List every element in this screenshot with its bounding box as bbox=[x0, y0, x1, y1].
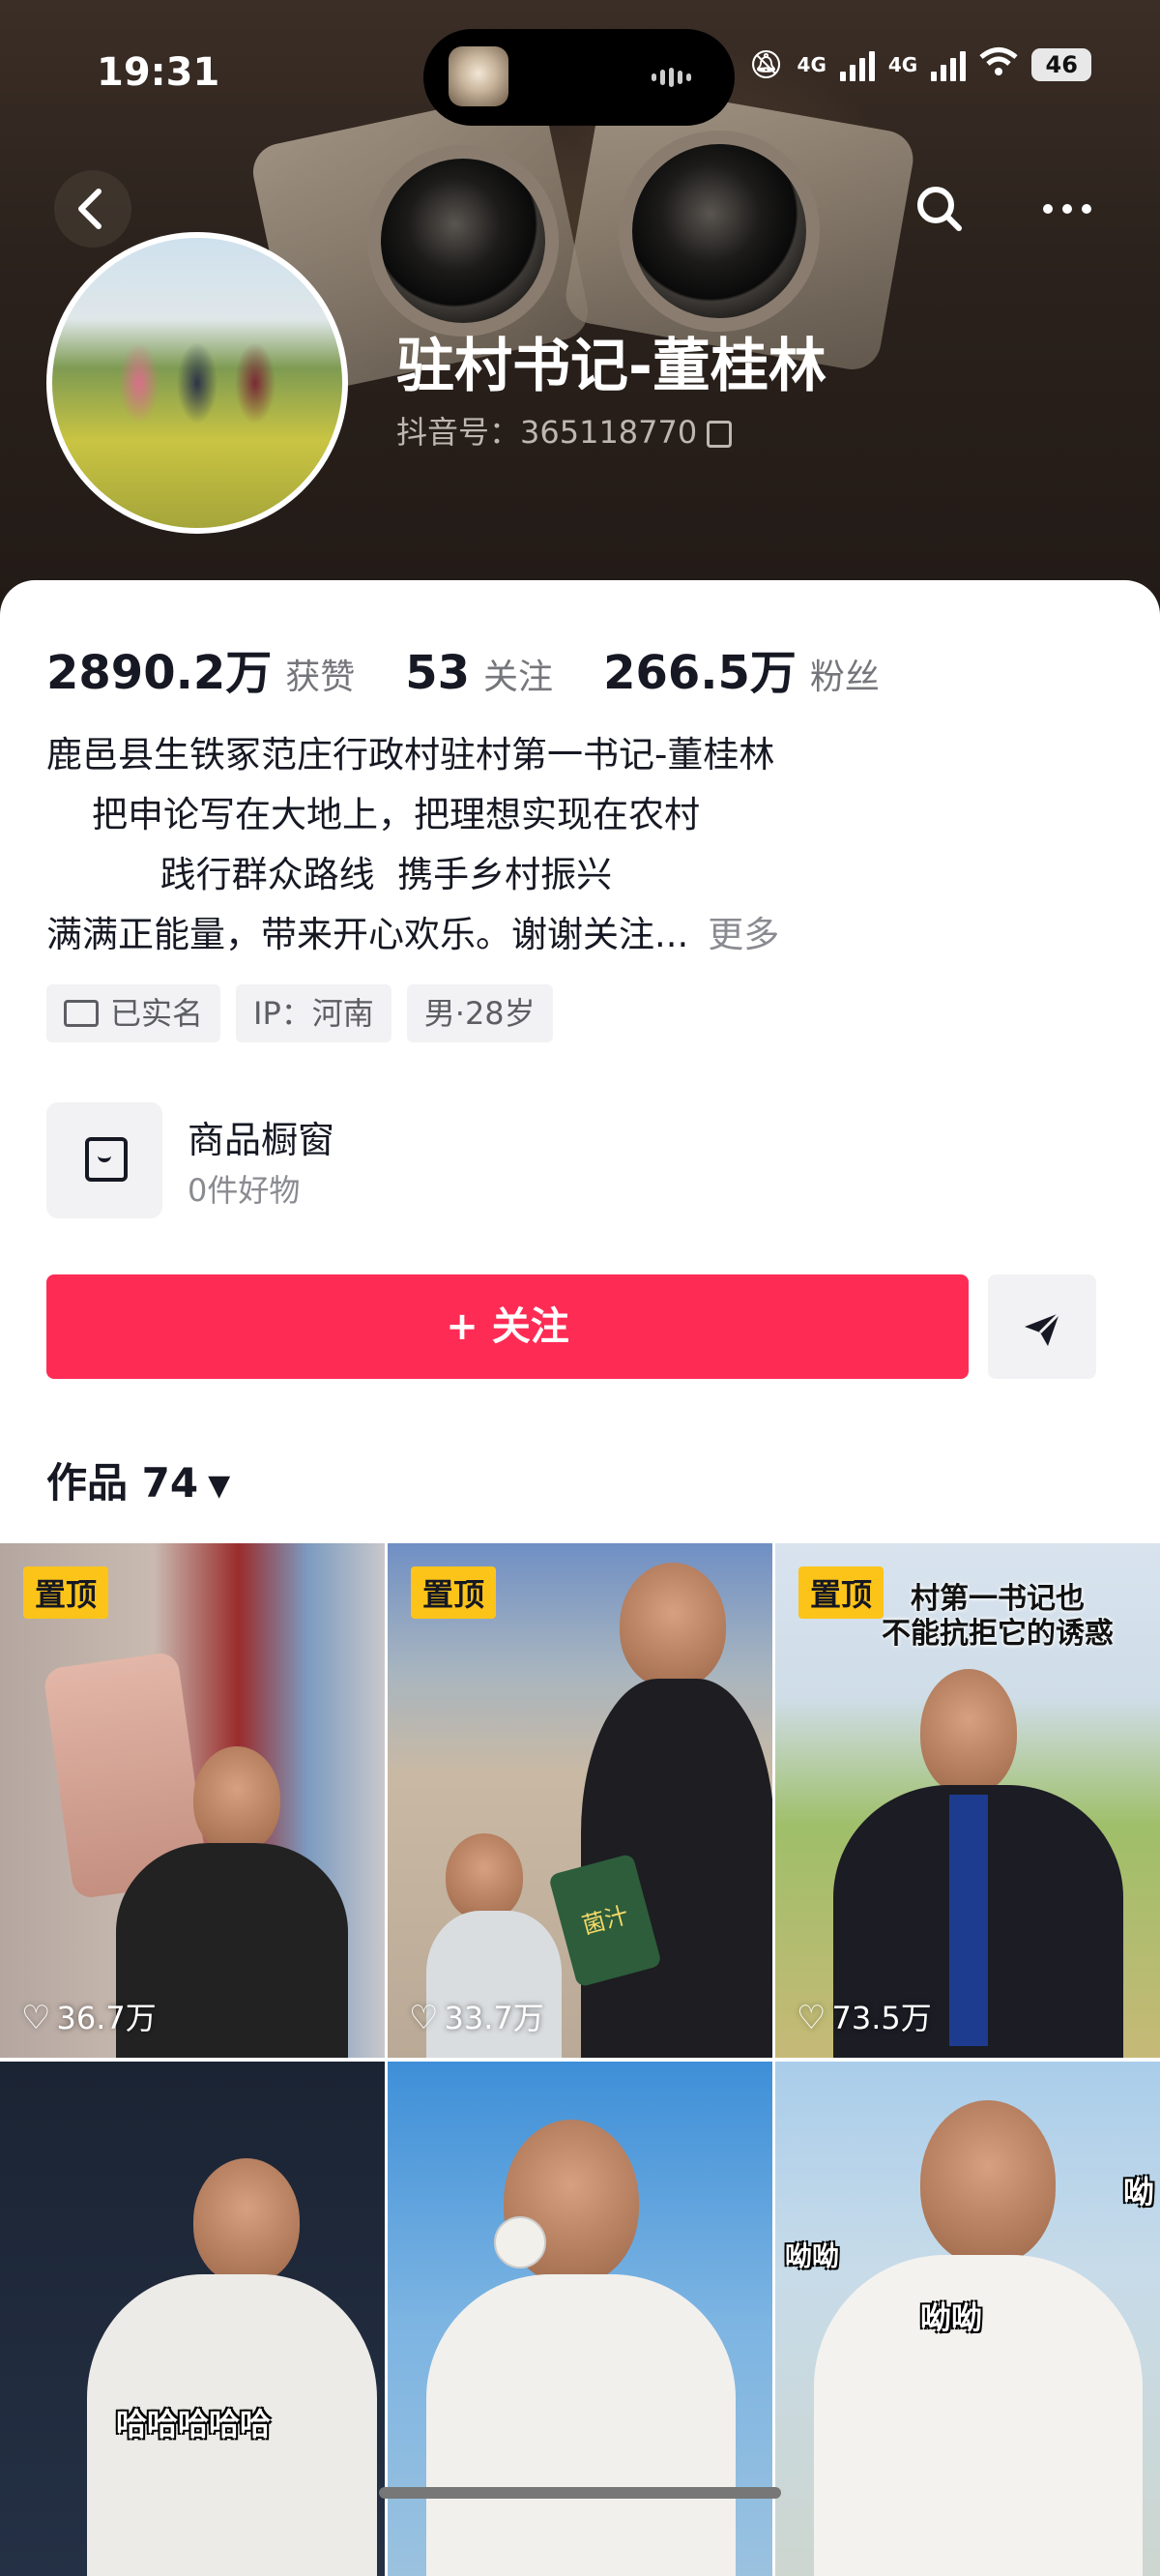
gender-age-tag: 男·28岁 bbox=[406, 984, 553, 1042]
pinned-badge: 置顶 bbox=[23, 1566, 109, 1619]
shopping-bag-icon bbox=[85, 1137, 128, 1182]
video-thumbnail[interactable] bbox=[388, 2062, 772, 2576]
pinned-badge: 置顶 bbox=[798, 1566, 884, 1619]
bio-line-last: 满满正能量，带来开心欢乐。谢谢关注... 更多 bbox=[46, 905, 779, 965]
followers-count[interactable]: 266.5万 bbox=[603, 634, 797, 702]
back-button[interactable] bbox=[54, 170, 131, 248]
heart-icon: ♡ bbox=[21, 1999, 51, 2037]
shop-window[interactable]: 商品橱窗 0件好物 bbox=[46, 1102, 1114, 1218]
status-icons: 🔕︎ 4G 4G 46 bbox=[749, 46, 1092, 82]
video-thumbnail[interactable]: 村第一书记也 不能抗拒它的诱惑 置顶 ♡ 73.5万 bbox=[775, 1543, 1160, 2058]
video-thumbnail[interactable]: 置顶 ♡ 36.7万 bbox=[0, 1543, 385, 2058]
shop-title: 商品橱窗 bbox=[188, 1119, 335, 1161]
signal-icon-2 bbox=[931, 48, 967, 81]
verified-tag: 已实名 bbox=[46, 984, 221, 1042]
audio-wave-icon bbox=[652, 68, 698, 87]
douyin-id-text: 抖音号：365118770 bbox=[396, 414, 698, 451]
works-tab-label: 作品 74 bbox=[46, 1459, 199, 1507]
followers-label: 粉丝 bbox=[809, 658, 880, 697]
video-overlay-text: 呦呦 bbox=[785, 2240, 840, 2272]
status-time: 19:31 bbox=[97, 50, 220, 95]
likes-value: 73.5万 bbox=[831, 2000, 932, 2036]
more-dots-icon bbox=[1043, 204, 1091, 214]
video-overlay-text: 哈哈哈哈哈 bbox=[116, 2406, 272, 2443]
video-overlay-text: 呦 bbox=[1123, 2174, 1155, 2210]
network-label-2: 4G bbox=[887, 52, 918, 76]
tie-shape bbox=[949, 1795, 988, 2046]
video-thumbnail[interactable]: 菌汁 置顶 ♡ 33.7万 bbox=[388, 1543, 772, 2058]
follow-button[interactable]: + 关注 bbox=[46, 1274, 969, 1379]
profile-header: 19:31 🔕︎ 4G 4G 46 驻村书记-董桂林 抖音号：365118770 bbox=[0, 0, 1160, 619]
likes-value: 36.7万 bbox=[56, 2000, 157, 2036]
likes-label: 获赞 bbox=[285, 658, 356, 697]
following-label: 关注 bbox=[483, 658, 554, 697]
ip-tag: IP：河南 bbox=[236, 984, 392, 1042]
stats-row: 2890.2万 获赞 53 关注 266.5万 粉丝 bbox=[46, 634, 930, 702]
douyin-id[interactable]: 抖音号：365118770 bbox=[396, 408, 733, 453]
likes-count: ♡ 36.7万 bbox=[21, 1994, 157, 2038]
bio[interactable]: 鹿邑县生铁冢范庄行政村驻村第一书记-董桂林 把申论写在大地上，把理想实现在农村 … bbox=[46, 725, 779, 965]
video-thumbnail[interactable]: 哈哈哈哈哈 bbox=[0, 2062, 385, 2576]
search-icon bbox=[917, 187, 962, 231]
dynamic-island[interactable] bbox=[423, 29, 735, 126]
profile-tags: 已实名 IP：河南 男·28岁 bbox=[46, 984, 553, 1042]
person-head bbox=[920, 1669, 1017, 1795]
share-button[interactable] bbox=[988, 1274, 1096, 1379]
bio-line: 把申论写在大地上，把理想实现在农村 bbox=[46, 794, 701, 835]
person-head bbox=[620, 1563, 726, 1688]
works-tab[interactable]: 作品 74 ▼ bbox=[46, 1450, 230, 1509]
person-head bbox=[920, 2100, 1056, 2265]
video-thumbnail[interactable]: 呦呦 呦呦 呦 bbox=[775, 2062, 1160, 2576]
person-body bbox=[426, 2274, 736, 2576]
status-bar: 19:31 🔕︎ 4G 4G 46 bbox=[0, 0, 1160, 145]
id-card-icon bbox=[64, 1000, 99, 1027]
chevron-left-icon bbox=[78, 189, 102, 229]
likes-count: ♡ 33.7万 bbox=[409, 1994, 544, 2038]
bio-line: 满满正能量，带来开心欢乐。谢谢关注... bbox=[46, 914, 689, 955]
header-bg-lens-right bbox=[619, 131, 820, 332]
heart-icon: ♡ bbox=[797, 1999, 826, 2037]
verified-tag-label: 已实名 bbox=[110, 995, 204, 1032]
mute-bell-icon: 🔕︎ bbox=[749, 47, 784, 80]
person-head bbox=[193, 2158, 300, 2284]
search-button[interactable] bbox=[901, 170, 978, 248]
bio-line: 鹿邑县生铁冢范庄行政村驻村第一书记-董桂林 bbox=[46, 734, 775, 776]
header-bg-lens-left bbox=[367, 145, 559, 337]
shop-subtitle: 0件好物 bbox=[188, 1172, 301, 1209]
network-label-1: 4G bbox=[797, 52, 826, 76]
profile-name: 驻村书记-董桂林 bbox=[396, 333, 826, 400]
signal-icon-1 bbox=[839, 48, 875, 81]
following-count[interactable]: 53 bbox=[405, 646, 470, 700]
media-thumbnail bbox=[449, 46, 508, 106]
bio-line: 践行群众路线 携手乡村振兴 bbox=[46, 854, 613, 895]
heart-icon: ♡ bbox=[409, 1999, 439, 2037]
person-head bbox=[193, 1746, 280, 1853]
child-head bbox=[446, 1833, 523, 1920]
egg-shape bbox=[494, 2216, 546, 2269]
caret-down-icon: ▼ bbox=[208, 1469, 231, 1503]
video-overlay-text: 村第一书记也 不能抗拒它的诱惑 bbox=[882, 1582, 1114, 1651]
pinned-badge: 置顶 bbox=[411, 1566, 497, 1619]
bio-more-link[interactable]: 更多 bbox=[708, 914, 779, 955]
likes-value: 33.7万 bbox=[444, 2000, 544, 2036]
likes-count: ♡ 73.5万 bbox=[797, 1994, 932, 2038]
video-overlay-text: 呦呦 bbox=[920, 2299, 983, 2336]
battery-icon: 46 bbox=[1031, 47, 1092, 81]
likes-count[interactable]: 2890.2万 bbox=[46, 634, 272, 702]
copy-icon[interactable] bbox=[707, 421, 733, 448]
home-indicator[interactable] bbox=[379, 2487, 781, 2499]
shop-icon-box bbox=[46, 1102, 162, 1218]
avatar[interactable] bbox=[46, 232, 348, 534]
paper-plane-icon bbox=[1025, 1311, 1061, 1346]
more-button[interactable] bbox=[1029, 170, 1106, 248]
wifi-icon bbox=[979, 46, 1018, 82]
